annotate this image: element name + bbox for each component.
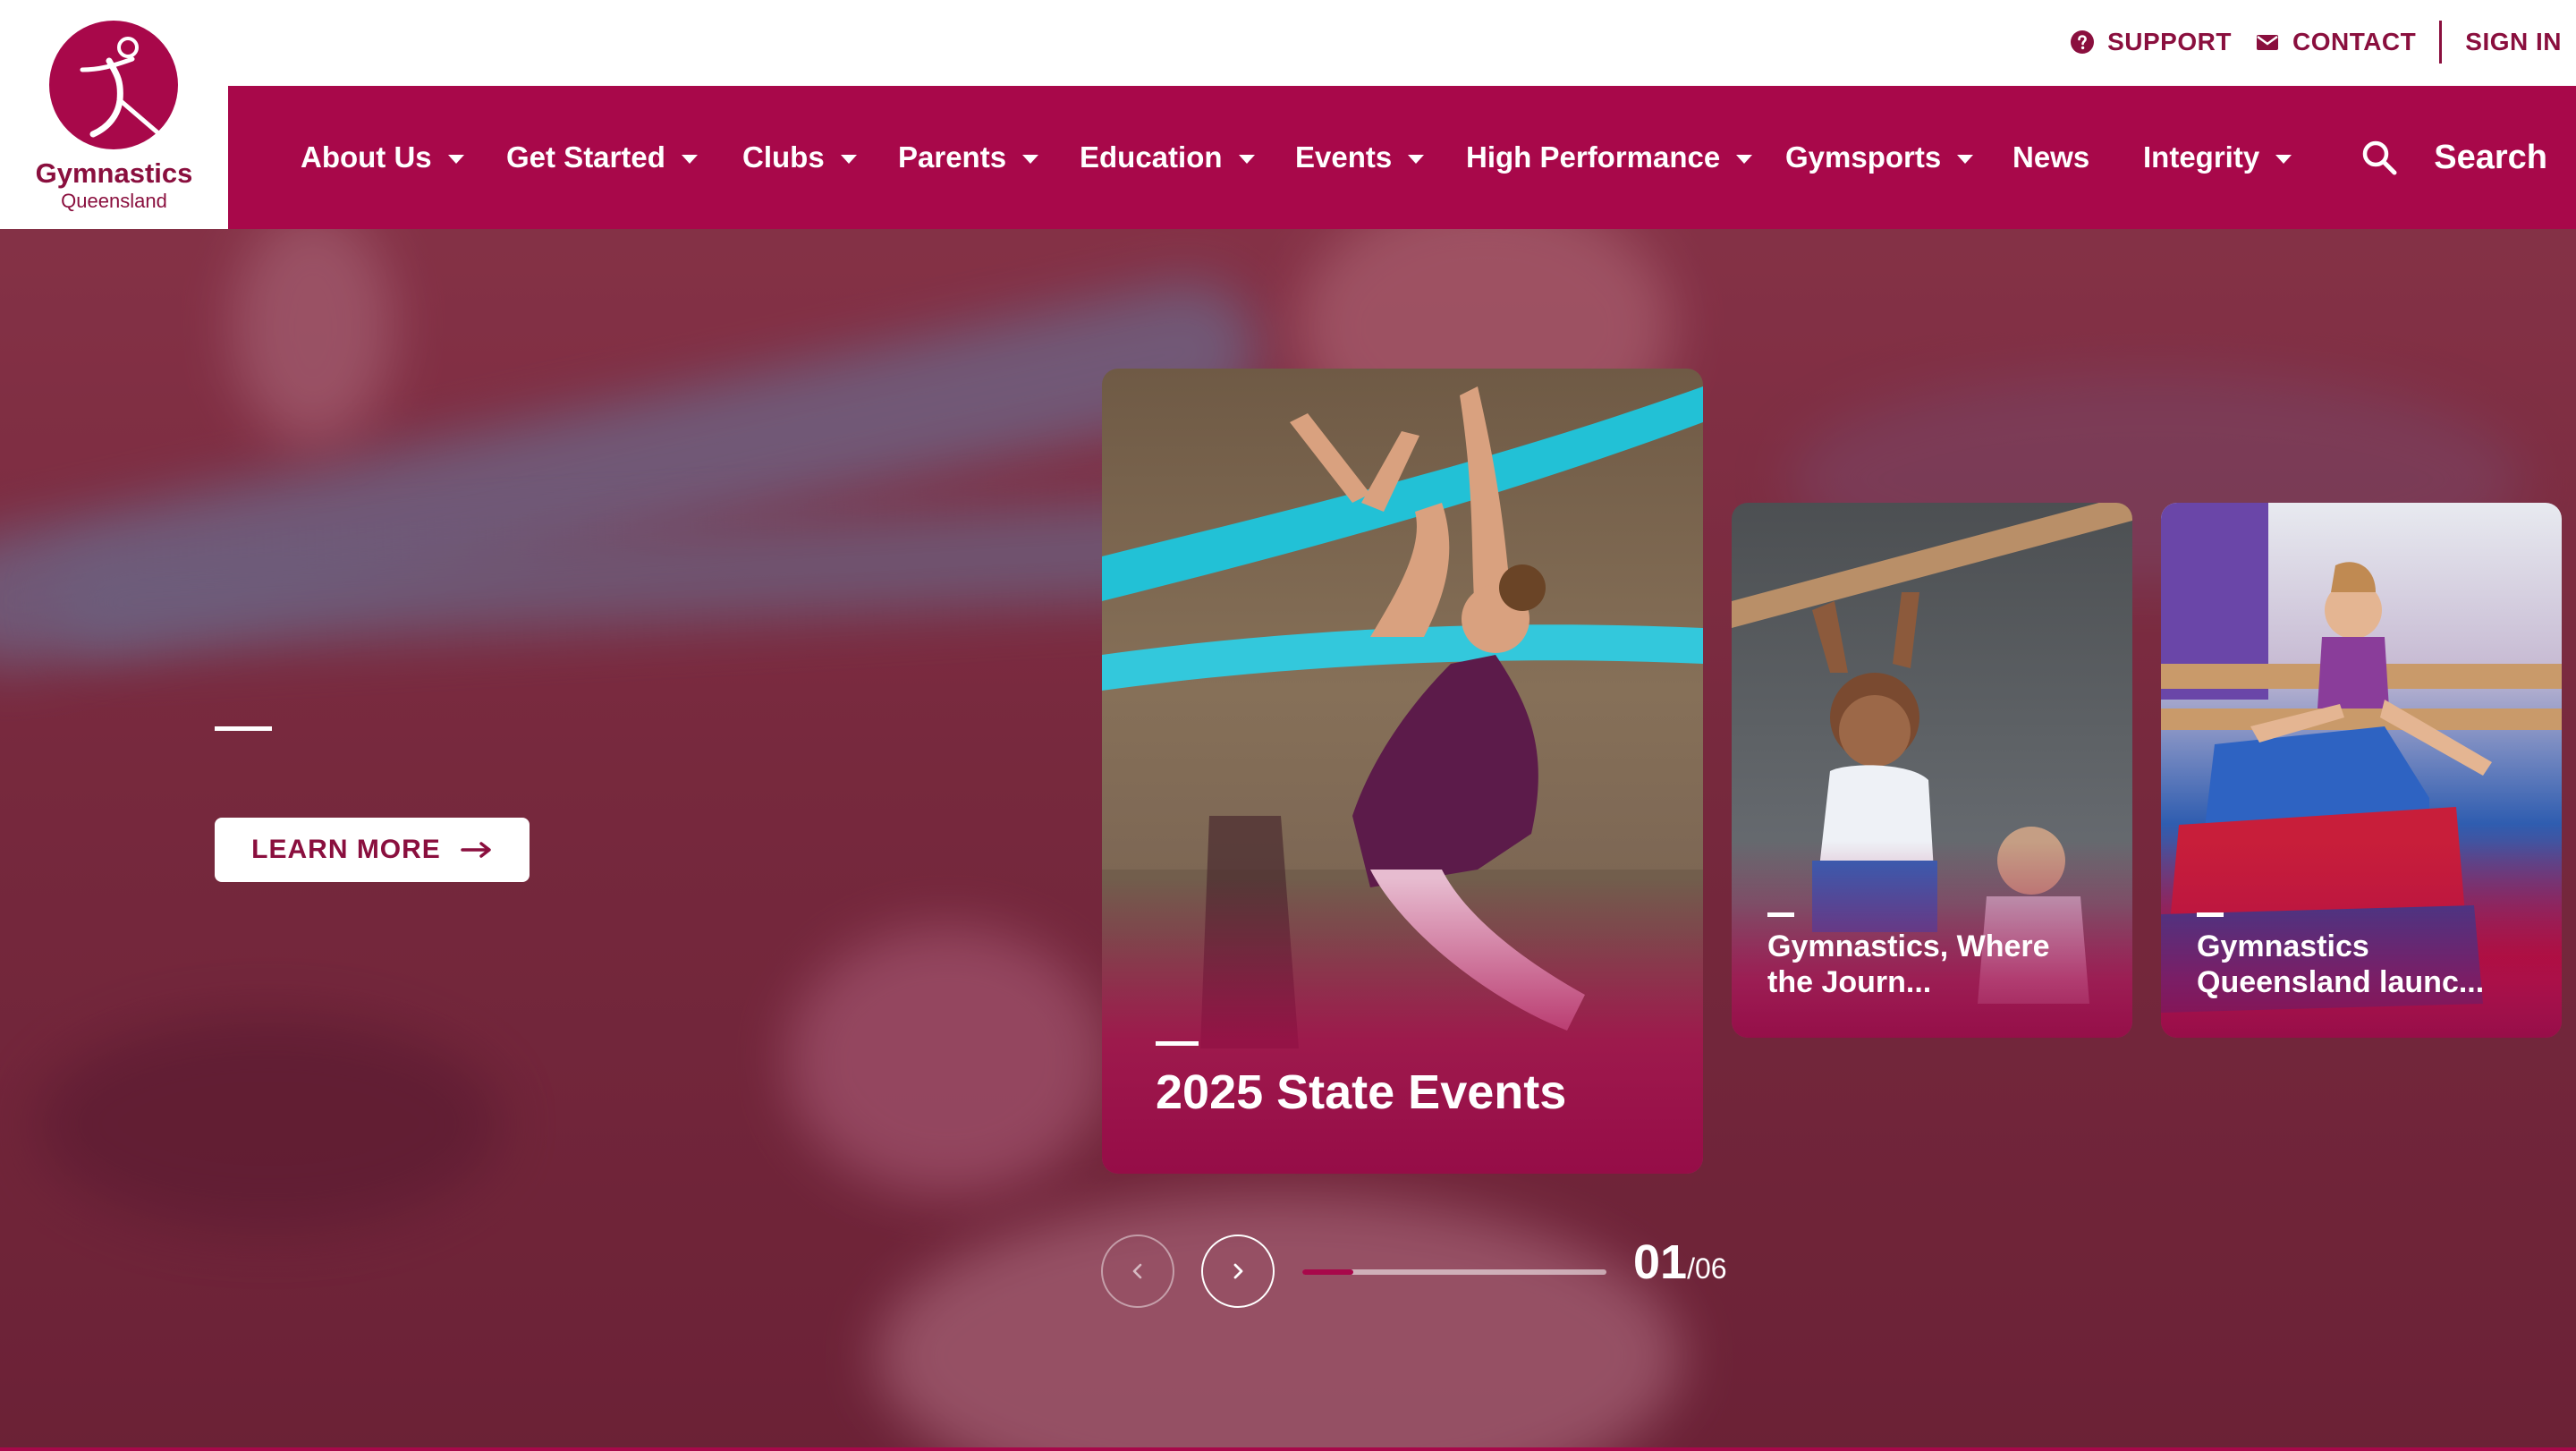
caret-down-icon (1736, 155, 1753, 164)
nav-item-education[interactable]: Education (1080, 86, 1255, 229)
nav-item-label: Parents (898, 140, 1007, 174)
nav-item-label: Integrity (2143, 140, 2260, 174)
nav-item-events[interactable]: Events (1295, 86, 1425, 229)
envelope-icon (2256, 35, 2278, 50)
logo-region: Queensland (61, 190, 167, 212)
nav-item-gymsports[interactable]: Gymsports (1785, 86, 1974, 229)
hero-bottom-strip (0, 1447, 2576, 1451)
nav-item-high-performance[interactable]: High Performance (1466, 86, 1753, 229)
slide-total: /06 (1687, 1252, 1727, 1285)
nav-item-label: Clubs (742, 140, 825, 174)
card-title-line: Queensland launc... (2197, 965, 2485, 999)
main-navigation: About Us Get Started Clubs Parents Educa… (228, 86, 2576, 229)
card-title: Gymnastics, Where the Journ... (1767, 929, 2050, 1000)
site-logo[interactable]: Gymnastics Queensland (0, 0, 228, 229)
caret-down-icon (681, 155, 698, 164)
carousel-progress-fill (1302, 1269, 1353, 1275)
carousel-next-button[interactable] (1201, 1235, 1275, 1308)
support-label: SUPPORT (2107, 28, 2232, 55)
nav-item-label: Get Started (506, 140, 665, 174)
nav-item-clubs[interactable]: Clubs (742, 86, 857, 229)
sign-in-label: SIGN IN (2465, 28, 2562, 55)
caret-down-icon (2275, 155, 2292, 164)
caret-down-icon (447, 155, 464, 164)
nav-item-label: About Us (301, 140, 432, 174)
nav-item-label: Gymsports (1785, 140, 1942, 174)
nav-item-parents[interactable]: Parents (898, 86, 1039, 229)
card-accent-dash (1156, 1041, 1199, 1046)
arrow-right-icon (461, 842, 491, 858)
caret-down-icon (1408, 155, 1425, 164)
card-title-line: Gymnastics, Where (1767, 929, 2050, 963)
slide-counter: 01 /06 (1633, 1235, 1727, 1290)
hero-accent-dash (215, 726, 272, 731)
article-card[interactable]: Gymnastics, Where the Journ... (1732, 503, 2132, 1038)
hero-carousel: LEARN MORE 2025 State Events Gymnastics,… (0, 229, 2576, 1451)
search-label: Search (2434, 138, 2547, 176)
utility-divider (2439, 21, 2443, 64)
featured-card[interactable]: 2025 State Events (1102, 369, 1703, 1174)
learn-more-button[interactable]: LEARN MORE (215, 818, 530, 882)
card-gradient (1102, 878, 1703, 1174)
search-button[interactable]: Search (2360, 86, 2547, 229)
contact-link[interactable]: CONTACT (2255, 28, 2416, 56)
card-title-line: Gymnastics (2197, 929, 2369, 963)
card-title: Gymnastics Queensland launc... (2197, 929, 2484, 1000)
nav-item-label: News (2012, 140, 2090, 174)
caret-down-icon (1238, 155, 1255, 164)
chevron-right-icon (1233, 1263, 1243, 1279)
logo-wordmark: Gymnastics (35, 157, 193, 189)
nav-item-news[interactable]: News (2012, 86, 2089, 229)
carousel-prev-button[interactable] (1101, 1235, 1174, 1308)
help-circle-icon (2071, 30, 2095, 54)
chevron-left-icon (1132, 1263, 1142, 1279)
nav-item-label: High Performance (1466, 140, 1721, 174)
card-title-line: the Journ... (1767, 965, 1932, 999)
carousel-progress-track (1302, 1269, 1606, 1275)
caret-down-icon (1957, 155, 1974, 164)
support-link[interactable]: SUPPORT (2070, 28, 2232, 56)
nav-item-label: Events (1295, 140, 1393, 174)
nav-item-about-us[interactable]: About Us (301, 86, 464, 229)
caret-down-icon (1022, 155, 1039, 164)
sign-in-link[interactable]: SIGN IN (2465, 28, 2562, 56)
caret-down-icon (840, 155, 857, 164)
contact-label: CONTACT (2292, 28, 2417, 55)
nav-item-label: Education (1080, 140, 1223, 174)
gymnast-logo-icon (49, 21, 178, 149)
article-card[interactable]: Gymnastics Queensland launc... (2161, 503, 2562, 1038)
magnifier-icon (2363, 140, 2397, 175)
utility-bar: SUPPORT CONTACT SIGN IN (228, 0, 2576, 86)
nav-item-get-started[interactable]: Get Started (506, 86, 698, 229)
card-accent-dash (1767, 912, 1794, 917)
learn-more-label: LEARN MORE (251, 835, 441, 864)
card-accent-dash (2197, 912, 2224, 917)
nav-item-integrity[interactable]: Integrity (2143, 86, 2292, 229)
card-title: 2025 State Events (1156, 1065, 1567, 1119)
slide-current: 01 (1633, 1235, 1688, 1289)
